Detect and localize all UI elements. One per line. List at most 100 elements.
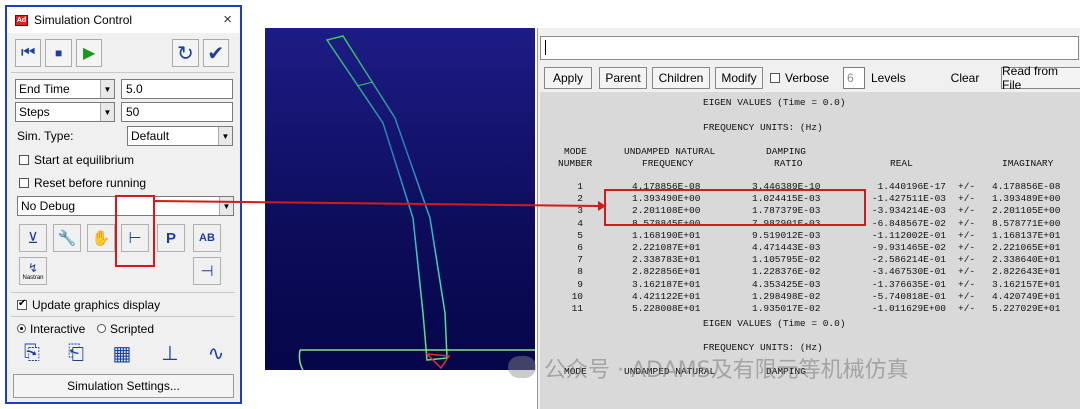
watermark: 公众号 · ADAMS及有限元等机械仿真 — [544, 358, 909, 383]
postprocessor-icon[interactable]: ∿ — [199, 337, 233, 369]
cell-f: 5.228008E+01 — [632, 303, 701, 314]
cell-n: 2 — [577, 193, 583, 205]
cell-pm: +/- — [958, 303, 976, 314]
hand-icon[interactable]: ✋ — [87, 224, 115, 252]
cell-pm: +/- — [958, 278, 976, 290]
wrench-icon[interactable]: 🔧 — [53, 224, 81, 252]
cell-r: -1.112002E-01 — [871, 229, 946, 241]
cell-pm: +/- — [958, 254, 976, 266]
cell-f: 1.168190E+01 — [632, 229, 701, 241]
cell-r: -1.376635E-01 — [871, 278, 946, 290]
beam-model-graphic — [298, 35, 535, 370]
end-time-input[interactable]: 5.0 — [121, 79, 233, 99]
cell-r: -2.586214E-01 — [871, 254, 946, 266]
clear-button[interactable]: Clear — [931, 67, 999, 89]
cell-d: 1.935017E-02 — [752, 303, 821, 314]
highlight-box-icon — [115, 195, 155, 267]
apply-check-icon[interactable]: ✔ — [202, 39, 229, 67]
cell-r: -6.848567E-02 — [871, 217, 946, 229]
update-graphics-checkbox[interactable]: Update graphics display — [17, 298, 160, 312]
cell-n: 6 — [577, 242, 583, 253]
children-button[interactable]: Children — [652, 67, 710, 89]
sim-type-select[interactable]: Default ▼ — [127, 126, 233, 146]
sim-type-label: Sim. Type: — [17, 129, 74, 143]
close-icon[interactable]: × — [223, 11, 232, 28]
cell-f: 2.221087E+01 — [632, 242, 701, 253]
cell-f: 4.421122E+01 — [632, 290, 701, 302]
levels-label: Levels — [871, 71, 906, 85]
apply-button[interactable]: Apply — [544, 67, 592, 89]
table-row: 9 3.162187E+01 4.353425E-03 -1.376635E-01 +/… — [540, 279, 1080, 291]
cell-d: 9.519012E-03 — [752, 229, 821, 241]
steps-input[interactable]: 50 — [121, 102, 233, 122]
cell-n: 9 — [577, 278, 583, 290]
cell-r: -1.427511E-03 — [871, 193, 946, 205]
cell-i: 2.338640E+01 — [992, 254, 1061, 266]
cell-n: 4 — [577, 217, 583, 229]
reset-icon[interactable]: ↻ — [172, 39, 199, 67]
cell-pm: +/- — [958, 290, 976, 302]
parent-button[interactable]: Parent — [599, 67, 647, 89]
measure-icon[interactable]: ⊥ — [153, 337, 187, 369]
cell-i: 2.201105E+00 — [992, 205, 1061, 217]
cell-d: 1.298498E-02 — [752, 290, 821, 302]
cell-pm: +/- — [958, 181, 976, 192]
cell-n: 10 — [571, 290, 583, 302]
read-from-file-button[interactable]: Read from File — [1001, 64, 1080, 92]
simulation-settings-button[interactable]: Simulation Settings... — [13, 374, 234, 398]
nastran-button[interactable]: ↯ Nastran — [19, 257, 47, 285]
animation-icon[interactable]: ▦ — [105, 337, 139, 369]
cell-n: 8 — [577, 266, 583, 278]
cell-d: 1.105795E-02 — [752, 254, 821, 266]
cell-i: 4.178856E-08 — [992, 181, 1061, 192]
cell-i: 5.227029E+01 — [992, 303, 1061, 314]
start-equilibrium-checkbox[interactable]: Start at equilibrium — [19, 153, 134, 167]
cell-i: 1.168137E+01 — [992, 229, 1061, 241]
table-row: 11 5.228008E+01 1.935017E-02 -1.011629E+00 +… — [540, 303, 1080, 315]
play-button[interactable]: ▶ — [75, 39, 103, 67]
cell-d: 4.353425E-03 — [752, 278, 821, 290]
frequency-units: FREQUENCY UNITS: (Hz) — [703, 122, 823, 133]
model-view[interactable] — [265, 28, 535, 370]
cell-d: 4.471443E-03 — [752, 242, 821, 253]
end-time-select[interactable]: End Time ▼ — [15, 79, 115, 99]
scripted-radio[interactable]: Scripted — [97, 322, 154, 336]
cell-i: 8.578771E+00 — [992, 217, 1061, 229]
plot-tracking-icon[interactable]: ⊣ — [193, 257, 221, 285]
rewind-button[interactable]: ⏮ — [15, 39, 42, 67]
levels-select[interactable]: 6 — [843, 67, 865, 89]
plot-p-icon[interactable]: P — [157, 224, 185, 252]
cell-pm: +/- — [958, 229, 976, 241]
cell-pm: +/- — [958, 242, 976, 253]
info-toolbar: Apply Parent Children Modify Verbose 6 L… — [540, 64, 1080, 92]
verbose-checkbox[interactable]: Verbose — [770, 71, 829, 85]
highlight-box-modes — [604, 189, 866, 226]
cell-n: 1 — [577, 181, 583, 192]
cell-i: 2.822643E+01 — [992, 266, 1061, 278]
reset-before-running-checkbox[interactable]: Reset before running — [19, 176, 146, 190]
cell-n: 5 — [577, 229, 583, 241]
cell-i: 2.221065E+01 — [992, 242, 1061, 253]
cell-d: 1.228376E-02 — [752, 266, 821, 278]
cell-n: 11 — [571, 303, 583, 314]
deformation-icon[interactable]: ⊻ — [19, 224, 47, 252]
table-row: 10 4.421122E+01 1.298498E-02 -5.740818E-01 +… — [540, 291, 1080, 303]
open-results-icon[interactable]: ⎗ — [59, 337, 93, 369]
steps-select[interactable]: Steps ▼ — [15, 102, 115, 122]
cell-pm: +/- — [958, 193, 976, 205]
table-row: 6 2.221087E+01 4.471443E-03 -9.931465E-02 +/… — [540, 242, 1080, 254]
stop-button[interactable]: ■ — [45, 39, 72, 67]
eigen-heading: EIGEN VALUES (Time = 0.0) — [703, 97, 846, 108]
nastran-icon: ↯ — [27, 261, 39, 275]
save-results-icon[interactable]: ⎘ — [15, 337, 49, 369]
cell-i: 1.393489E+00 — [992, 193, 1061, 205]
command-input[interactable] — [540, 36, 1079, 60]
dialog-title: Simulation Control — [34, 13, 133, 27]
chevron-down-icon: ▼ — [218, 127, 232, 145]
cell-r: -1.011629E+00 — [871, 303, 946, 314]
modify-button[interactable]: Modify — [715, 67, 763, 89]
interactive-radio[interactable]: Interactive — [17, 322, 85, 336]
cell-i: 4.420749E+01 — [992, 290, 1061, 302]
watermark-logo-icon — [508, 356, 536, 378]
abcd-icon[interactable]: AB — [193, 224, 221, 252]
